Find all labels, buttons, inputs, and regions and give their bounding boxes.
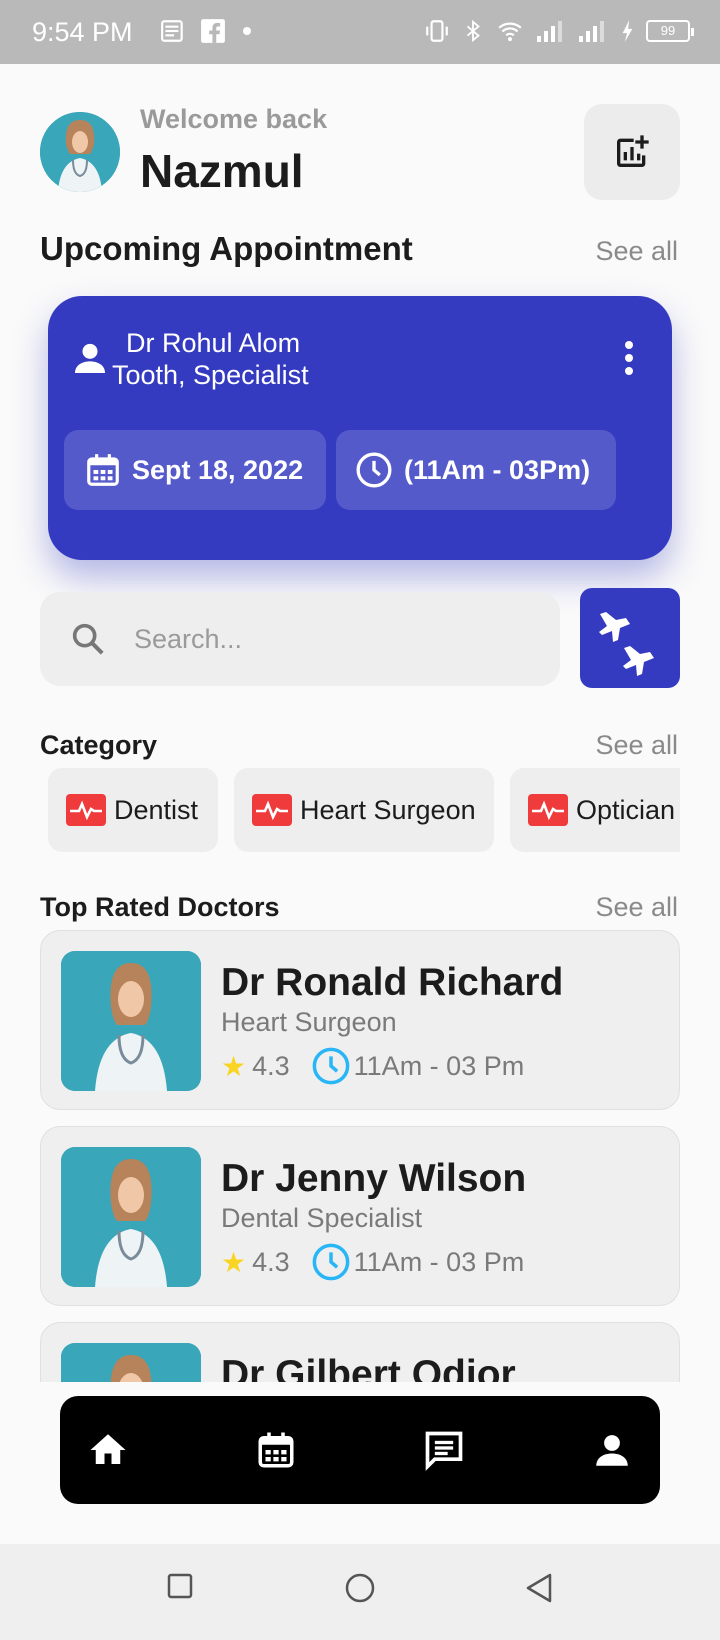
avatar[interactable]	[40, 112, 120, 192]
category-label: Dentist	[114, 794, 199, 825]
category-label: Optician	[576, 794, 676, 825]
clock-icon	[312, 1243, 350, 1281]
signal-icon-2	[579, 21, 604, 42]
user-name: Nazmul	[140, 145, 304, 197]
calendar-icon	[258, 1432, 294, 1468]
top-rated-title: Top Rated Doctors	[40, 892, 280, 922]
nav-calendar[interactable]	[252, 1426, 300, 1474]
appointment-date: Sept 18, 2022	[132, 454, 304, 485]
flights-icon	[599, 612, 654, 676]
nav-home[interactable]	[84, 1426, 132, 1474]
category-label: Heart Surgeon	[300, 794, 476, 825]
wifi-icon	[498, 22, 522, 42]
appointment-doctor: Dr Rohul Alom	[126, 328, 301, 358]
chart-add-icon	[617, 135, 649, 167]
bottom-nav	[60, 1396, 660, 1504]
vibrate-icon	[426, 20, 448, 42]
nav-profile[interactable]	[588, 1426, 636, 1474]
home-circle-icon[interactable]	[344, 1572, 376, 1604]
clock-icon	[312, 1047, 350, 1085]
heartbeat-icon	[528, 794, 568, 826]
battery-indicator: 99	[646, 20, 694, 42]
more-vert-icon[interactable]	[622, 340, 636, 376]
status-time: 9:54 PM	[32, 17, 133, 47]
appointment-specialty: Tooth, Specialist	[112, 360, 309, 390]
heartbeat-icon	[252, 794, 292, 826]
search-input[interactable]	[134, 623, 514, 655]
upcoming-title: Upcoming Appointment	[40, 230, 413, 267]
category-chip-heart-surgeon[interactable]: Heart Surgeon	[234, 768, 494, 852]
category-chip-dentist[interactable]: Dentist	[48, 768, 218, 852]
doctor-hours: 11Am - 03 Pm	[353, 1246, 525, 1277]
stats-button[interactable]	[584, 104, 680, 200]
category-chip-optician[interactable]: Optician	[510, 768, 680, 852]
chat-icon	[425, 1431, 463, 1471]
category-title: Category	[40, 730, 158, 760]
appointment-time-pill: (11Am - 03Pm)	[336, 430, 616, 510]
signal-icon	[537, 21, 562, 42]
search-icon	[72, 623, 104, 655]
upcoming-see-all[interactable]: See all	[595, 236, 678, 267]
doctor-card[interactable]: Dr Ronald Richard Heart Surgeon ★ 4.3 11…	[40, 930, 680, 1110]
category-list: Dentist Heart Surgeon Optician	[40, 768, 680, 854]
back-icon[interactable]	[524, 1572, 554, 1604]
dot-icon	[243, 27, 251, 35]
doctor-list: Dr Ronald Richard Heart Surgeon ★ 4.3 11…	[40, 930, 680, 1382]
search-box[interactable]	[40, 592, 560, 686]
doctor-rating: 4.3	[252, 1246, 290, 1277]
recents-icon[interactable]	[166, 1572, 194, 1600]
doctor-hours: 11Am - 03 Pm	[353, 1050, 525, 1081]
person-icon	[596, 1435, 628, 1466]
doctor-specialty: Heart Surgeon	[221, 1007, 397, 1037]
doctor-photo	[61, 1147, 201, 1287]
status-bar: 9:54 PM 99	[0, 0, 720, 64]
welcome-text: Welcome back	[140, 104, 328, 134]
doctor-photo	[61, 951, 201, 1091]
appointment-date-pill: Sept 18, 2022	[64, 430, 326, 510]
clock-icon	[356, 452, 392, 488]
person-icon	[75, 343, 105, 373]
top-rated-see-all[interactable]: See all	[595, 892, 678, 923]
appointment-time: (11Am - 03Pm)	[404, 454, 591, 485]
charging-icon	[622, 20, 633, 42]
facebook-icon	[201, 19, 225, 43]
doctor-rating: 4.3	[252, 1050, 290, 1081]
doctor-photo	[61, 1343, 201, 1382]
doctor-card[interactable]: Dr Gilbert Odior	[40, 1322, 680, 1382]
category-see-all[interactable]: See all	[595, 730, 678, 761]
appointment-card[interactable]: Dr Rohul Alom Tooth, Specialist Sept 18,…	[48, 296, 672, 560]
doctor-name: Dr Jenny Wilson	[221, 1157, 527, 1200]
doctor-specialty: Dental Specialist	[221, 1203, 423, 1233]
star-icon: ★	[221, 1246, 247, 1278]
doctor-name: Dr Gilbert Odior	[221, 1353, 516, 1382]
star-icon: ★	[221, 1050, 247, 1082]
heartbeat-icon	[66, 794, 106, 826]
bluetooth-icon	[466, 19, 480, 43]
doctor-name: Dr Ronald Richard	[221, 961, 564, 1004]
home-icon	[90, 1434, 126, 1464]
news-icon	[161, 20, 183, 42]
nav-messages[interactable]	[420, 1426, 468, 1474]
doctor-card[interactable]: Dr Jenny Wilson Dental Specialist ★ 4.3 …	[40, 1126, 680, 1306]
filter-button[interactable]	[580, 588, 680, 688]
calendar-icon	[87, 454, 119, 486]
system-nav-bar	[0, 1544, 720, 1640]
